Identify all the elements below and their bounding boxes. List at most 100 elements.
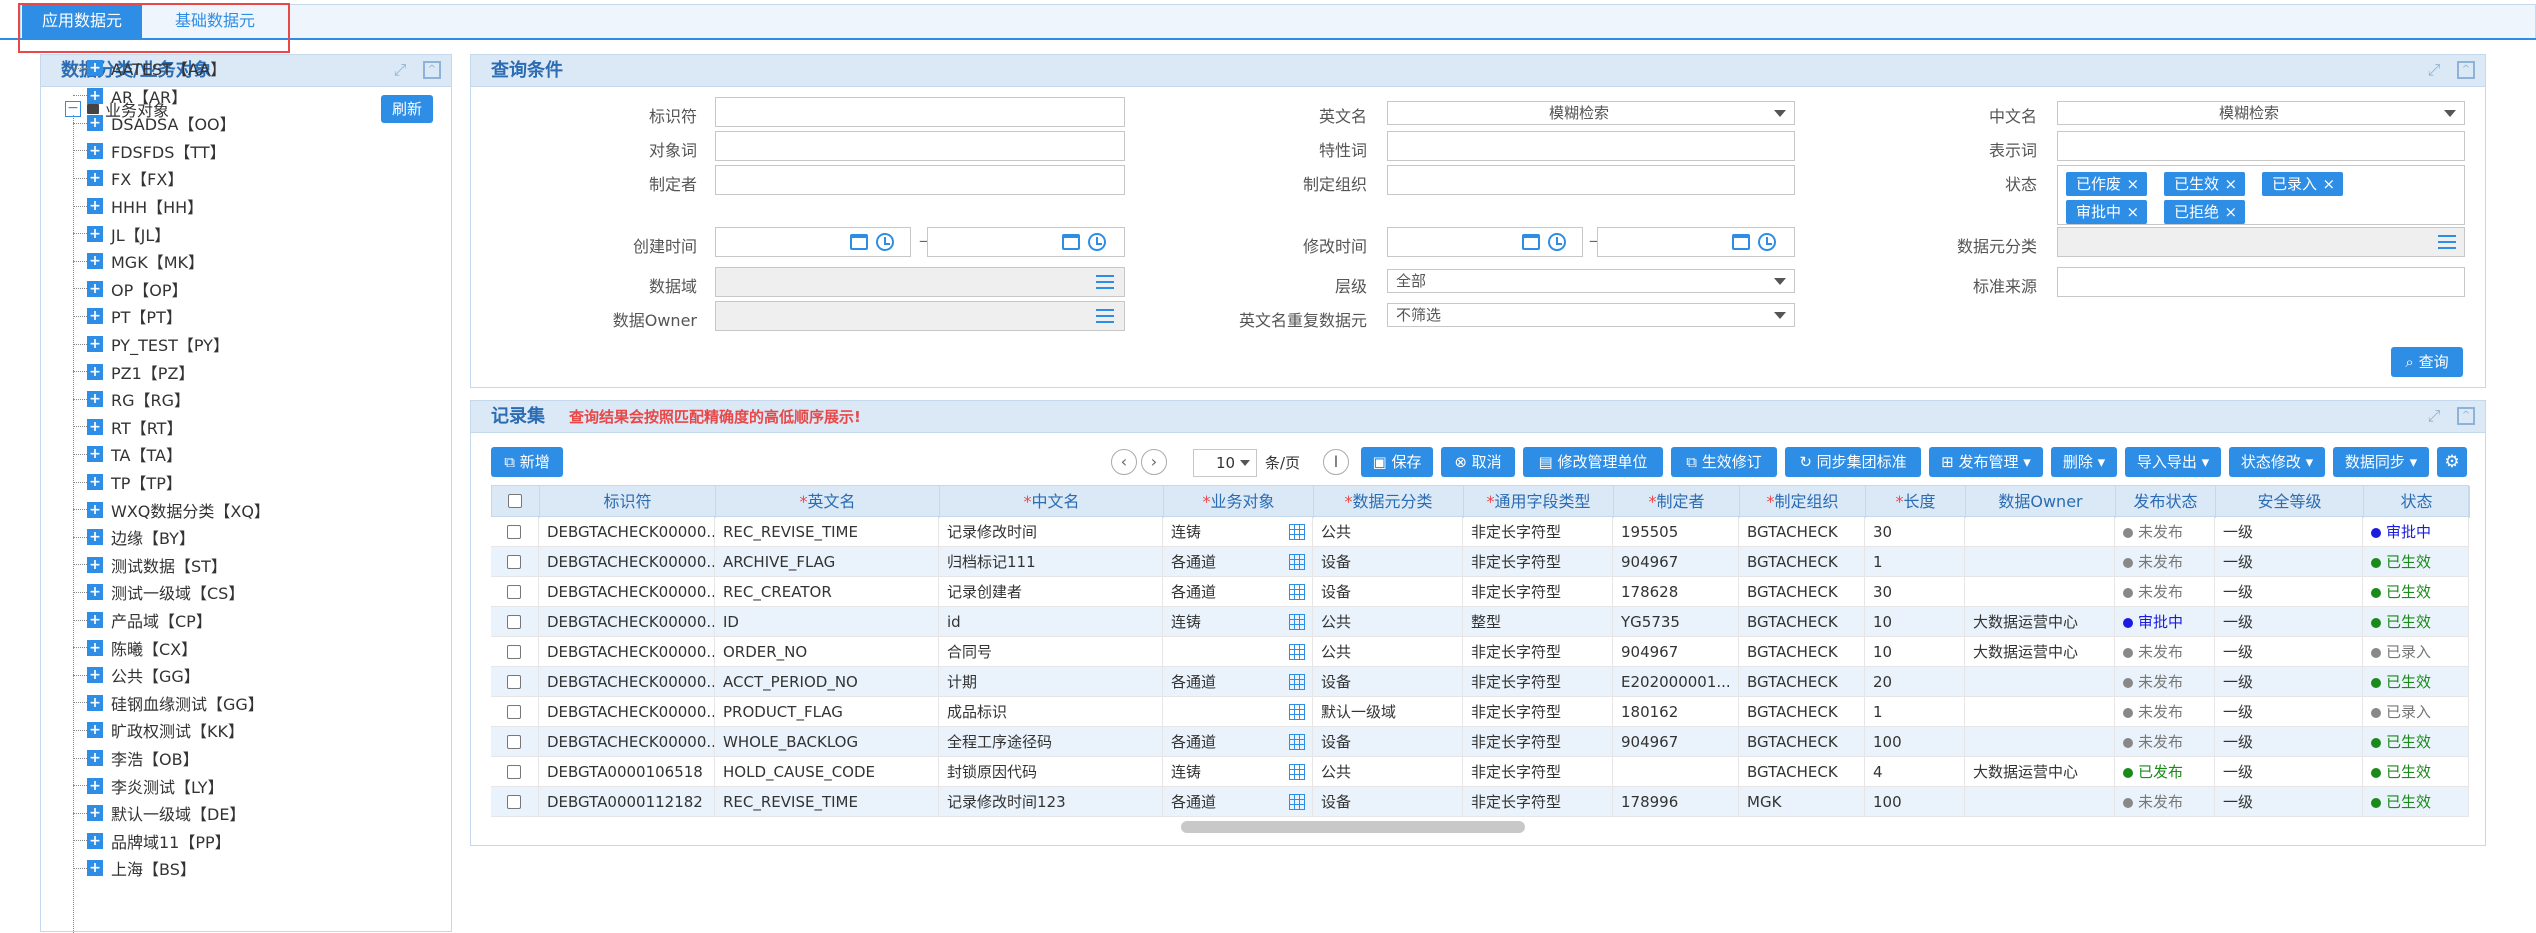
status-change-button[interactable]: 状态修改 ▾ <box>2229 447 2325 477</box>
clock-icon[interactable] <box>1548 233 1566 251</box>
table-cell[interactable]: 100 <box>1865 727 1965 757</box>
expand-icon[interactable]: + <box>87 750 103 766</box>
table-cell[interactable]: ORDER_NO <box>715 637 939 667</box>
table-row[interactable]: DEBGTACHECK00000... WHOLE_BACKLOG 全程工序途径码 各… <box>491 727 2469 757</box>
table-cell[interactable]: 已发布 <box>2115 757 2215 787</box>
tree-item[interactable]: + 公共【GG】 <box>73 662 200 688</box>
status-tag-rejected[interactable]: 已拒绝 × <box>2164 200 2246 224</box>
dup-select[interactable]: 不筛选 <box>1387 303 1795 327</box>
column-header[interactable]: 发布状态 <box>2116 486 2216 518</box>
table-cell[interactable]: 记录修改时间 <box>939 517 1163 547</box>
table-cell[interactable]: 未发布 <box>2115 577 2215 607</box>
table-cell[interactable]: 公共 <box>1313 637 1463 667</box>
expand-icon[interactable]: + <box>87 667 103 684</box>
column-header[interactable]: *长度 <box>1866 486 1966 518</box>
table-cell[interactable]: 4 <box>1865 757 1965 787</box>
table-cell[interactable]: BGTACHECK <box>1739 517 1865 547</box>
table-row[interactable]: DEBGTA0000112182 REC_REVISE_TIME 记录修改时间123… <box>491 787 2469 817</box>
status-multiselect[interactable]: 已作废 × 已生效 × 已录入 × 审批中 × 已拒绝 × <box>2057 165 2465 225</box>
clock-icon[interactable] <box>1088 233 1106 251</box>
table-cell[interactable] <box>1965 517 2115 547</box>
tree-item[interactable]: + WXQ数据分类【XQ】 <box>73 497 270 523</box>
expand-icon[interactable]: + <box>87 832 103 849</box>
table-cell[interactable]: id <box>939 607 1163 637</box>
list-icon[interactable] <box>2438 235 2456 249</box>
table-cell[interactable]: 一级 <box>2215 667 2363 697</box>
table-cell[interactable]: 904967 <box>1613 727 1739 757</box>
select-all-checkbox[interactable] <box>508 494 522 508</box>
calendar-icon[interactable] <box>1522 234 1540 250</box>
page-size-select[interactable]: 10 <box>1193 449 1257 477</box>
table-cell[interactable]: 审批中 <box>2363 517 2469 547</box>
table-cell[interactable]: 公共 <box>1313 757 1463 787</box>
table-cell[interactable]: 大数据运营中心 <box>1965 607 2115 637</box>
sync-group-standard-button[interactable]: ↻ 同步集团标准 <box>1785 447 1921 477</box>
tree-item[interactable]: + FX【FX】 <box>73 165 183 191</box>
status-tag-voided[interactable]: 已作废 × <box>2066 172 2148 196</box>
refresh-button[interactable]: 刷新 <box>381 95 433 123</box>
table-cell[interactable]: 一级 <box>2215 517 2363 547</box>
close-icon[interactable]: × <box>2322 172 2335 196</box>
row-checkbox[interactable] <box>507 525 521 539</box>
tree-item[interactable]: + RG【RG】 <box>73 386 190 412</box>
row-checkbox[interactable] <box>507 585 521 599</box>
expand-icon[interactable]: + <box>87 639 103 656</box>
clock-icon[interactable] <box>1758 233 1776 251</box>
table-cell[interactable]: DEBGTACHECK00000... <box>539 517 715 547</box>
table-cell[interactable]: 设备 <box>1313 667 1463 697</box>
table-picker-icon[interactable] <box>1289 524 1305 540</box>
tree-item[interactable]: + 边缘【BY】 <box>73 524 195 550</box>
tree-item[interactable]: + AATEST【AA】 <box>73 55 226 81</box>
expand-icon[interactable]: + <box>87 777 103 794</box>
table-cell[interactable]: 30 <box>1865 517 1965 547</box>
table-cell[interactable]: 一级 <box>2215 577 2363 607</box>
table-cell[interactable]: 已生效 <box>2363 577 2469 607</box>
tree-item[interactable]: + 品牌域11【PP】 <box>73 828 231 854</box>
table-cell[interactable]: 记录创建者 <box>939 577 1163 607</box>
minimize-icon[interactable]: ^ <box>2457 61 2475 79</box>
data-sync-button[interactable]: 数据同步 ▾ <box>2333 447 2429 477</box>
column-header[interactable]: 标识符 <box>540 486 716 518</box>
gear-icon[interactable]: ⚙ <box>2437 447 2467 477</box>
table-cell[interactable]: 一级 <box>2215 697 2363 727</box>
close-icon[interactable]: × <box>2224 172 2237 196</box>
expand-icon[interactable]: + <box>87 60 103 76</box>
expand-icon[interactable]: + <box>87 87 103 104</box>
table-cell[interactable]: 一级 <box>2215 757 2363 787</box>
tree-item[interactable]: + 上海【BS】 <box>73 855 196 881</box>
table-cell[interactable]: ID <box>715 607 939 637</box>
table-cell[interactable]: 各通道 <box>1163 787 1313 817</box>
table-picker-icon[interactable] <box>1289 584 1305 600</box>
expand-icon[interactable]: + <box>87 253 103 270</box>
table-picker-icon[interactable] <box>1289 674 1305 690</box>
table-cell[interactable]: 设备 <box>1313 577 1463 607</box>
table-cell[interactable]: REC_REVISE_TIME <box>715 787 939 817</box>
table-picker-icon[interactable] <box>1289 644 1305 660</box>
table-cell[interactable]: DEBGTACHECK00000... <box>539 577 715 607</box>
table-cell[interactable]: DEBGTA0000106518 <box>539 757 715 787</box>
import-export-button[interactable]: 导入导出 ▾ <box>2125 447 2221 477</box>
calendar-icon[interactable] <box>1732 234 1750 250</box>
table-row[interactable]: DEBGTACHECK00000... ORDER_NO 合同号 公共 非定长字符型 90… <box>491 637 2469 667</box>
table-cell[interactable]: 1 <box>1865 547 1965 577</box>
table-cell[interactable]: 合同号 <box>939 637 1163 667</box>
table-cell[interactable]: 180162 <box>1613 697 1739 727</box>
table-picker-icon[interactable] <box>1289 794 1305 810</box>
column-header[interactable]: *业务对象 <box>1164 486 1314 518</box>
tree-item[interactable]: + DSADSA【OO】 <box>73 110 236 136</box>
tree-item[interactable]: + MGK【MK】 <box>73 248 204 274</box>
table-cell[interactable]: BGTACHECK <box>1739 757 1865 787</box>
table-cell[interactable]: 非定长字符型 <box>1463 517 1613 547</box>
tree-item[interactable]: + 李浩【OB】 <box>73 745 199 771</box>
tree-item[interactable]: + OP【OP】 <box>73 276 188 302</box>
table-cell[interactable]: BGTACHECK <box>1739 727 1865 757</box>
table-cell[interactable]: BGTACHECK <box>1739 697 1865 727</box>
expand-icon[interactable]: + <box>87 612 103 628</box>
table-cell[interactable]: BGTACHECK <box>1739 547 1865 577</box>
table-cell[interactable]: 已生效 <box>2363 607 2469 637</box>
tree-item[interactable]: + RT【RT】 <box>73 414 182 440</box>
created-start-input[interactable] <box>715 227 911 257</box>
tree-item[interactable]: + TP【TP】 <box>73 469 182 495</box>
expand-icon[interactable]: + <box>87 363 103 380</box>
table-cell[interactable]: DEBGTA0000112182 <box>539 787 715 817</box>
